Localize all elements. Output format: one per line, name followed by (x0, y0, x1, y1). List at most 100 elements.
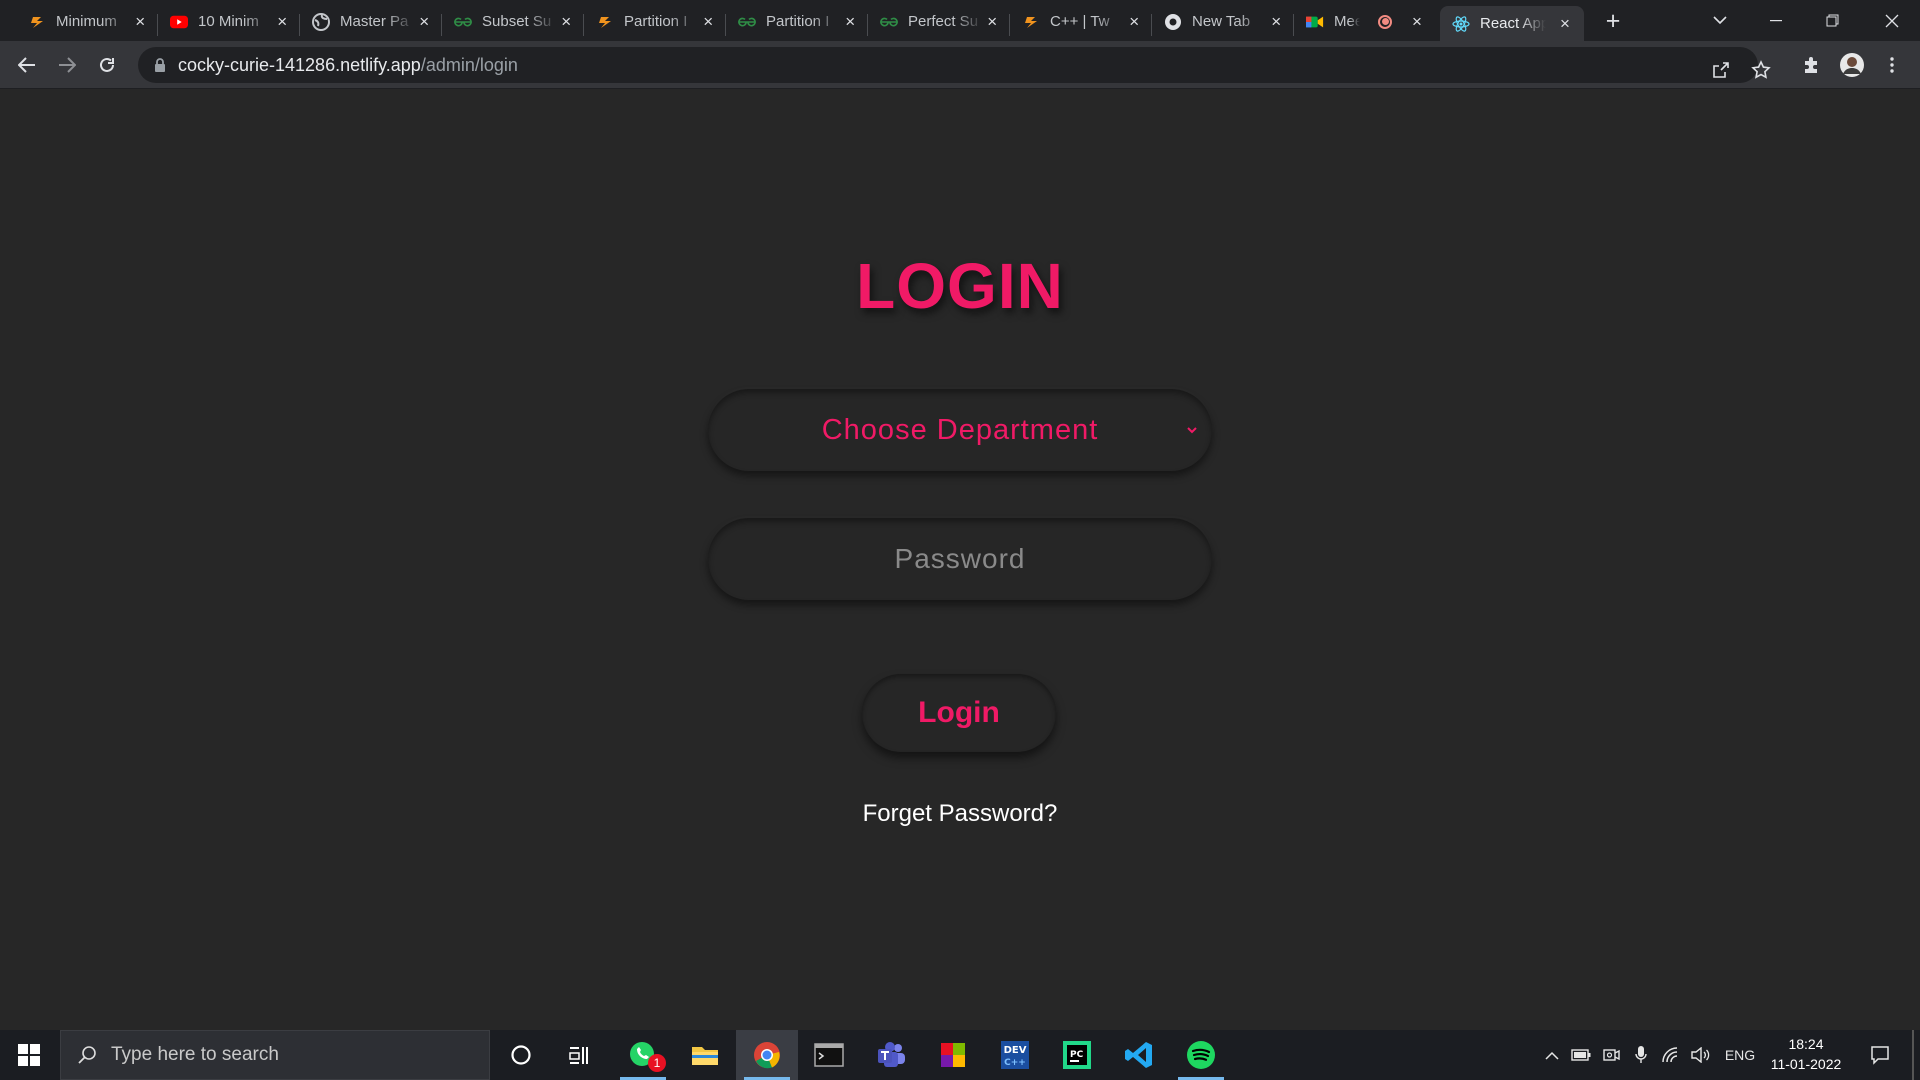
password-input[interactable] (708, 518, 1212, 600)
share-icon (1713, 62, 1729, 78)
close-icon[interactable]: × (984, 12, 1000, 31)
close-icon[interactable]: × (558, 12, 574, 31)
taskbar-search-box[interactable]: Type here to search (60, 1030, 490, 1080)
forget-password-link[interactable]: Forget Password? (0, 800, 1920, 828)
folder-icon (692, 1047, 718, 1065)
camera-icon (1603, 1049, 1620, 1061)
kebab-menu-icon (1890, 57, 1894, 73)
show-desktop-button[interactable] (1912, 1030, 1914, 1080)
vscode-button[interactable] (1108, 1030, 1170, 1080)
close-icon[interactable]: × (132, 12, 148, 31)
office-button[interactable] (922, 1030, 984, 1080)
show-hidden-icons-button[interactable] (1540, 1030, 1564, 1080)
taskbar-clock[interactable]: 18:24 11-01-2022 (1764, 1034, 1848, 1074)
close-window-button[interactable] (1864, 0, 1920, 41)
clock-date: 11-01-2022 (1770, 1056, 1842, 1072)
minimize-button[interactable] (1748, 0, 1804, 41)
tab-title: Subset Su (482, 13, 552, 30)
address-bar[interactable]: cocky-curie-141286.netlify.app/admin/log… (138, 47, 1771, 85)
spotify-button[interactable] (1170, 1030, 1232, 1080)
lock-icon (155, 58, 165, 72)
reload-button[interactable] (91, 49, 123, 81)
tab-search-button[interactable] (1692, 0, 1748, 41)
close-icon[interactable]: × (842, 12, 858, 31)
tab-3[interactable]: Subset Su × (442, 6, 584, 37)
terminal-button[interactable] (798, 1030, 860, 1080)
profile-button[interactable] (1836, 49, 1868, 81)
chrome-icon (754, 1042, 780, 1069)
whatsapp-taskbar-button[interactable]: 1 (612, 1030, 674, 1080)
browser-toolbar: cocky-curie-141286.netlify.app/admin/log… (0, 41, 1920, 89)
microphone-button[interactable] (1628, 1030, 1654, 1080)
tab-1[interactable]: 10 Minim × (158, 6, 300, 37)
office-icon (941, 1043, 965, 1067)
volume-button[interactable] (1688, 1030, 1714, 1080)
tab-title: C++ | Tw (1050, 13, 1110, 30)
tab-7[interactable]: C++ | Tw × (1010, 6, 1152, 37)
close-icon[interactable]: × (1408, 12, 1426, 31)
meet-now-button[interactable] (1598, 1030, 1624, 1080)
teams-button[interactable] (860, 1030, 922, 1080)
tab-2[interactable]: Master Pa × (300, 6, 442, 37)
tab-title: New Tab (1192, 13, 1251, 30)
start-button[interactable] (0, 1030, 58, 1080)
battery-button[interactable] (1568, 1030, 1594, 1080)
close-icon[interactable]: × (416, 12, 432, 31)
forward-arrow-icon (59, 57, 76, 73)
close-icon[interactable]: × (1126, 12, 1142, 31)
task-view-button[interactable] (548, 1030, 610, 1080)
close-icon[interactable]: × (274, 12, 290, 31)
network-button[interactable] (1658, 1030, 1684, 1080)
tab-6[interactable]: Perfect Su × (868, 6, 1010, 37)
tab-title: Meet (1334, 13, 1360, 30)
globe-icon (312, 12, 330, 31)
restore-button[interactable] (1804, 0, 1860, 41)
password-field-wrapper (708, 518, 1212, 600)
tab-9[interactable]: Meet × (1294, 6, 1436, 37)
close-icon[interactable]: × (1268, 12, 1284, 31)
back-button[interactable] (11, 49, 43, 81)
share-button[interactable] (1706, 55, 1736, 85)
forward-button[interactable] (51, 49, 83, 81)
tab-title: React App (1480, 15, 1546, 32)
login-button[interactable]: Login (862, 674, 1056, 752)
search-icon (78, 1046, 96, 1064)
file-explorer-button[interactable] (674, 1030, 736, 1080)
login-page: LOGIN Choose Department Login Forget Pas… (0, 89, 1920, 1030)
pycharm-button[interactable]: PC (1046, 1030, 1108, 1080)
bookmark-button[interactable] (1746, 55, 1776, 85)
svg-text:DEV: DEV (1004, 1045, 1027, 1056)
gfg-icon (738, 13, 756, 31)
spotify-icon (1187, 1041, 1215, 1069)
notification-badge: 1 (648, 1054, 666, 1072)
tab-8[interactable]: New Tab × (1152, 6, 1294, 37)
cortana-button[interactable] (490, 1030, 552, 1080)
language-indicator[interactable]: ENG (1718, 1030, 1762, 1080)
star-icon (1751, 60, 1771, 79)
reload-icon (100, 57, 114, 72)
tab-10-active[interactable]: React App × (1440, 6, 1584, 41)
coding-ninjas-icon (596, 13, 614, 31)
speaker-icon (1691, 1047, 1710, 1063)
close-icon[interactable]: × (700, 12, 716, 31)
cortana-icon (511, 1045, 531, 1065)
extensions-button[interactable] (1796, 49, 1828, 81)
url-host: cocky-curie-141286.netlify.app (178, 54, 421, 75)
chrome-taskbar-button[interactable] (736, 1030, 798, 1080)
close-icon[interactable]: × (1556, 14, 1574, 33)
devcpp-button[interactable]: DEV C++ (984, 1030, 1046, 1080)
pycharm-icon: PC (1063, 1041, 1091, 1069)
action-center-icon (1871, 1046, 1889, 1065)
menu-button[interactable] (1876, 49, 1908, 81)
department-select[interactable]: Choose Department (708, 389, 1212, 471)
puzzle-icon (1805, 57, 1817, 73)
tab-0[interactable]: Minimum × (16, 6, 158, 37)
close-icon (1885, 14, 1899, 27)
notifications-button[interactable] (1860, 1030, 1900, 1080)
tab-4[interactable]: Partition I × (584, 6, 726, 37)
wifi-icon (1662, 1047, 1678, 1063)
new-tab-button[interactable]: + (1600, 9, 1626, 35)
gfg-icon (880, 13, 898, 31)
tab-5[interactable]: Partition I × (726, 6, 868, 37)
restore-icon (1826, 14, 1838, 27)
